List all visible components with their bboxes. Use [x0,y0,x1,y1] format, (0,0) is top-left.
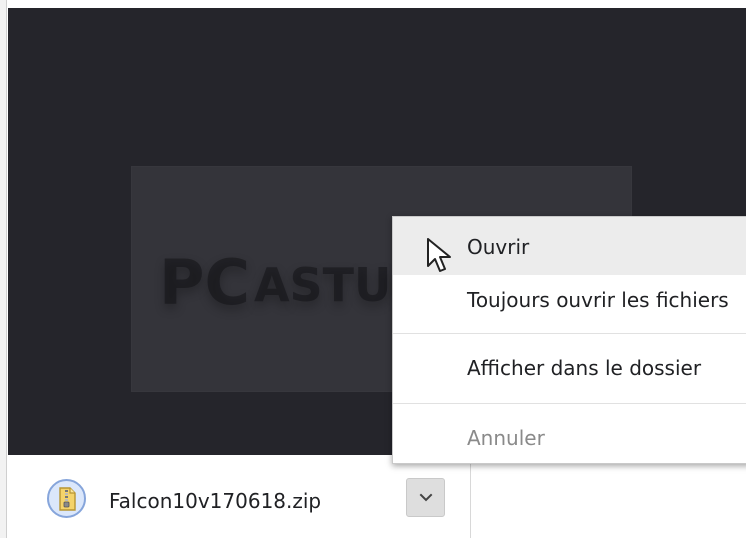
top-window-frame [7,0,746,8]
menu-separator [393,403,746,404]
download-file-name: Falcon10v170618.zip [109,489,322,513]
chevron-down-icon [419,493,433,502]
menu-item-always-open-label: Toujours ouvrir les fichiers [467,288,729,312]
zip-file-icon [47,479,86,518]
menu-item-show-in-folder-label: Afficher dans le dossier [467,356,702,380]
download-item[interactable]: Falcon10v170618.zip [8,455,471,538]
download-menu-button[interactable] [406,478,445,517]
menu-item-show-in-folder[interactable]: Afficher dans le dossier [393,342,746,397]
download-context-menu: Ouvrir Toujours ouvrir les fichiers Affi… [392,216,746,464]
menu-item-open[interactable]: Ouvrir [393,217,746,275]
left-window-frame [0,0,7,538]
chrome-download-context-menu-screen: PCASTUCES Falcon10v170618.zip Ouvrir Tou… [0,0,746,538]
download-shelf: Falcon10v170618.zip [8,455,746,538]
watermark-pc-text: PC [159,246,250,319]
menu-item-cancel-label: Annuler [467,426,545,450]
menu-item-open-label: Ouvrir [467,235,530,259]
menu-item-always-open[interactable]: Toujours ouvrir les fichiers [393,275,746,328]
menu-separator [393,333,746,334]
menu-item-cancel: Annuler [393,414,746,463]
